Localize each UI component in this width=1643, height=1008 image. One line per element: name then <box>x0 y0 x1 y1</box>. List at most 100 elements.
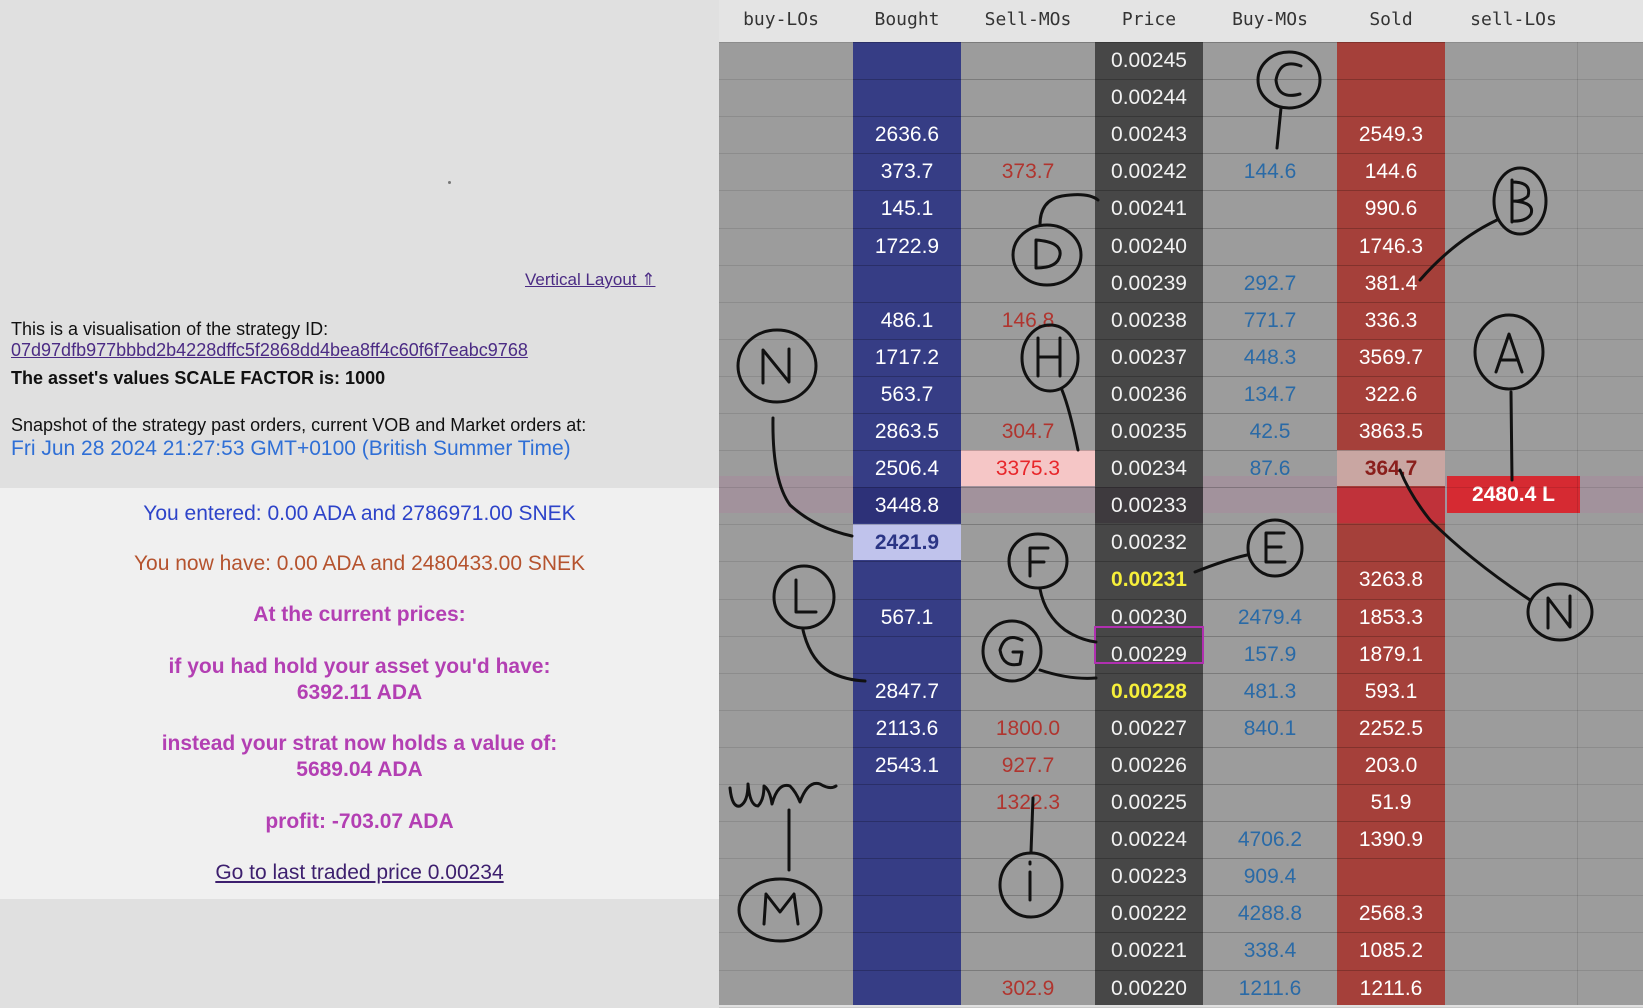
bought-cell <box>853 821 961 857</box>
price-cell[interactable]: 0.00222 <box>1095 895 1203 931</box>
price-cell[interactable]: 0.00225 <box>1095 784 1203 820</box>
row-divider <box>719 895 1643 897</box>
buy-mo-cell: 1211.6 <box>1203 969 1337 1006</box>
sold-cell: 3863.5 <box>1337 413 1445 449</box>
buy-mo-cell <box>1203 79 1337 115</box>
header-bought: Bought <box>874 9 940 30</box>
row-divider <box>719 1006 1643 1008</box>
sold-cell <box>1337 858 1445 894</box>
price-cell[interactable]: 0.00245 <box>1095 42 1203 78</box>
price-cell[interactable]: 0.00220 <box>1095 969 1203 1006</box>
scale-factor: The asset's values SCALE FACTOR is: 1000 <box>11 368 386 388</box>
row-divider <box>719 338 1643 340</box>
price-cell[interactable]: 0.00235 <box>1095 413 1203 449</box>
price-cell[interactable]: 0.00244 <box>1095 79 1203 115</box>
hold-value: 6392.11 ADA <box>296 681 423 704</box>
sold-cell: 51.9 <box>1337 784 1445 820</box>
dot <box>448 181 451 184</box>
bought-cell <box>853 79 961 115</box>
sell-lo-badge[interactable]: 2480.4 L <box>1447 476 1580 513</box>
now-have-text: You now have: 0.00 ADA and 2480433.00 SN… <box>133 552 586 575</box>
row-divider <box>719 746 1643 748</box>
row-divider <box>719 413 1643 414</box>
buy-mo-cell <box>1203 227 1337 264</box>
strategy-id-link[interactable]: 07d97dfb977bbbd2b4228dffc5f2868dd4bea8ff… <box>11 340 528 361</box>
price-cell[interactable]: 0.00227 <box>1095 709 1203 746</box>
bought-cell <box>853 858 961 894</box>
price-cell[interactable]: 0.00228 <box>1095 672 1203 709</box>
last-price-row: Go to last traded price 0.00234 <box>0 861 719 885</box>
price-cell[interactable]: 0.00239 <box>1095 264 1203 301</box>
row-divider <box>719 190 1643 192</box>
buy-mo-cell: 42.5 <box>1203 413 1337 449</box>
price-cell[interactable]: 0.00236 <box>1095 375 1203 412</box>
current-prices-label: At the current prices: <box>253 603 466 626</box>
strat-label: instead your strat now holds a value of: <box>161 732 558 755</box>
sold-cell: 336.3 <box>1337 301 1445 338</box>
order-book[interactable]: buy-LOs Bought Sell-MOs Price Buy-MOs So… <box>719 0 1643 1008</box>
buy-mo-cell: 840.1 <box>1203 709 1337 746</box>
price-cell[interactable]: 0.00224 <box>1095 821 1203 857</box>
row-divider <box>719 487 1643 489</box>
price-cell[interactable]: 0.00229 <box>1095 635 1203 672</box>
sold-cell: 1211.6 <box>1337 969 1445 1006</box>
sell-mo-cell <box>961 79 1095 115</box>
price-cell[interactable]: 0.00234 <box>1095 450 1203 486</box>
price-cell[interactable]: 0.00221 <box>1095 932 1203 968</box>
sold-cell: 2568.3 <box>1337 895 1445 931</box>
price-cell[interactable]: 0.00233 <box>1095 487 1203 524</box>
price-cell[interactable]: 0.00237 <box>1095 338 1203 375</box>
price-cell[interactable]: 0.00223 <box>1095 858 1203 894</box>
sell-mo-cell <box>961 598 1095 635</box>
sell-mo-cell <box>961 672 1095 709</box>
bought-cell: 2113.6 <box>853 709 961 746</box>
price-cell[interactable]: 0.00231 <box>1095 561 1203 597</box>
price-cell[interactable]: 0.00230 <box>1095 598 1203 635</box>
sell-mo-cell <box>961 338 1095 375</box>
sell-mo-cell: 302.9 <box>961 969 1095 1006</box>
bought-cell: 2506.4 <box>853 450 961 486</box>
sell-mo-cell <box>961 264 1095 301</box>
buy-mo-cell: 134.7 <box>1203 375 1337 412</box>
bought-cell: 2847.7 <box>853 672 961 709</box>
sell-mo-cell <box>961 635 1095 672</box>
price-cell[interactable]: 0.00241 <box>1095 190 1203 226</box>
buy-mo-cell: 481.3 <box>1203 672 1337 709</box>
sell-mo-cell: 1322.3 <box>961 784 1095 820</box>
price-cell[interactable]: 0.00226 <box>1095 746 1203 783</box>
price-cell[interactable]: 0.00232 <box>1095 524 1203 560</box>
buy-mo-cell <box>1203 746 1337 783</box>
header-sell-los: sell-LOs <box>1470 9 1557 30</box>
sold-cell: 1853.3 <box>1337 598 1445 635</box>
sold-cell: 593.1 <box>1337 672 1445 709</box>
sold-cell: 990.6 <box>1337 190 1445 226</box>
sell-mo-cell <box>961 858 1095 894</box>
bought-cell: 2543.1 <box>853 746 961 783</box>
sold-cell: 3263.8 <box>1337 561 1445 597</box>
price-cell[interactable]: 0.00240 <box>1095 227 1203 264</box>
bought-cell <box>853 635 961 672</box>
vertical-layout-link[interactable]: Vertical Layout ⇑ <box>525 270 655 290</box>
buy-mo-cell: 338.4 <box>1203 932 1337 968</box>
bought-cell: 1717.2 <box>853 338 961 375</box>
row-divider <box>719 672 1643 674</box>
sell-mo-cell <box>961 895 1095 931</box>
buy-mo-cell: 909.4 <box>1203 858 1337 894</box>
price-cell[interactable]: 0.00238 <box>1095 301 1203 338</box>
row-divider <box>719 301 1643 303</box>
last-traded-price-link[interactable]: Go to last traded price 0.00234 <box>215 861 503 884</box>
buy-mo-cell: 292.7 <box>1203 264 1337 301</box>
price-cell[interactable]: 0.00243 <box>1095 116 1203 152</box>
sell-mo-cell: 927.7 <box>961 746 1095 783</box>
sold-cell <box>1337 487 1445 524</box>
buy-mo-cell: 448.3 <box>1203 338 1337 375</box>
sell-mo-cell <box>961 227 1095 264</box>
price-cell[interactable]: 0.00242 <box>1095 153 1203 189</box>
sell-mo-cell <box>961 190 1095 226</box>
header-buy-mos: Buy-MOs <box>1232 9 1308 30</box>
bought-cell: 3448.8 <box>853 487 961 524</box>
buy-mo-cell: 4288.8 <box>1203 895 1337 931</box>
sell-mo-cell <box>961 821 1095 857</box>
header-buy-los: buy-LOs <box>743 9 819 30</box>
sell-mo-cell <box>961 42 1095 78</box>
